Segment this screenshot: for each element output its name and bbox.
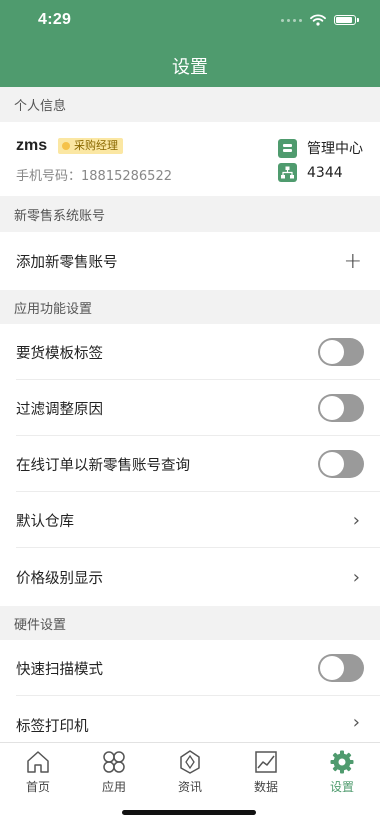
- setting-label: 默认仓库: [16, 513, 74, 530]
- tab-label: 首页: [25, 780, 50, 794]
- home-icon: [27, 751, 49, 773]
- plus-icon[interactable]: +: [344, 249, 362, 274]
- toggle-knob: [320, 396, 344, 420]
- chart-icon: [255, 751, 277, 773]
- tab-label: 资讯: [177, 780, 202, 794]
- status-time: 4:29: [38, 11, 72, 28]
- profile-card[interactable]: zms 采购经理 手机号码：18815286522 管理中心 4344: [0, 122, 380, 196]
- chevron-right-icon: ›: [352, 566, 360, 588]
- setting-row-default-warehouse[interactable]: 默认仓库 ›: [0, 492, 380, 548]
- add-retail-account-label: 添加新零售账号: [16, 254, 118, 271]
- page-title: 设置: [172, 57, 208, 78]
- user-name: zms: [16, 137, 48, 154]
- setting-row-price-level[interactable]: 价格级别显示 ›: [0, 548, 380, 606]
- section-hardware: 硬件设置: [0, 606, 380, 640]
- tab-label: 设置: [329, 780, 354, 794]
- role-badge: 采购经理: [58, 138, 123, 154]
- battery-icon: [334, 15, 359, 25]
- setting-label: 标签打印机: [16, 718, 89, 735]
- section-retail-account: 新零售系统账号: [0, 196, 380, 232]
- toggle-switch[interactable]: [318, 394, 364, 422]
- signal-icon: [281, 18, 302, 22]
- status-icons: [281, 14, 359, 26]
- chevron-right-icon: ›: [352, 712, 360, 733]
- setting-label: 要货模板标签: [16, 345, 103, 362]
- app-header: 4:29 设置: [0, 0, 380, 87]
- section-app-features: 应用功能设置: [0, 290, 380, 324]
- setting-row-filter-reason[interactable]: 过滤调整原因: [0, 380, 380, 436]
- org-tree-icon: [278, 163, 297, 182]
- setting-row-order-template-tag[interactable]: 要货模板标签: [0, 324, 380, 380]
- toggle-switch[interactable]: [318, 338, 364, 366]
- org-center: 管理中心: [278, 138, 363, 158]
- wifi-icon: [310, 14, 326, 26]
- setting-row-label-printer[interactable]: 标签打印机 ›: [0, 696, 380, 742]
- tab-label: 应用: [101, 780, 126, 794]
- tab-data[interactable]: 数据: [228, 749, 304, 795]
- org-code-label: 4344: [307, 164, 343, 181]
- tab-apps[interactable]: 应用: [76, 749, 152, 795]
- apps-icon: [103, 751, 125, 773]
- toggle-knob: [320, 340, 344, 364]
- phone-number: 手机号码：18815286522: [16, 169, 172, 184]
- tab-settings[interactable]: 设置: [304, 749, 380, 795]
- setting-row-online-order-query[interactable]: 在线订单以新零售账号查询: [0, 436, 380, 492]
- toggle-knob: [320, 452, 344, 476]
- tab-news[interactable]: 资讯: [152, 749, 228, 795]
- tab-label: 数据: [253, 780, 278, 794]
- setting-row-fast-scan[interactable]: 快速扫描模式: [0, 640, 380, 696]
- gear-icon: [330, 750, 354, 774]
- tab-home[interactable]: 首页: [0, 749, 76, 795]
- home-indicator: [122, 810, 256, 815]
- org-code: 4344: [278, 163, 343, 182]
- chevron-right-icon: ›: [352, 509, 360, 531]
- toggle-knob: [320, 656, 344, 680]
- building-icon: [278, 138, 297, 158]
- add-retail-account-row[interactable]: 添加新零售账号 +: [0, 232, 380, 290]
- setting-label: 在线订单以新零售账号查询: [16, 457, 190, 474]
- org-center-label: 管理中心: [307, 141, 363, 157]
- setting-label: 快速扫描模式: [16, 661, 103, 678]
- news-icon: [180, 750, 200, 774]
- toggle-switch[interactable]: [318, 654, 364, 682]
- toggle-switch[interactable]: [318, 450, 364, 478]
- setting-label: 过滤调整原因: [16, 401, 103, 418]
- setting-label: 价格级别显示: [16, 570, 103, 587]
- section-personal-info: 个人信息: [0, 87, 380, 122]
